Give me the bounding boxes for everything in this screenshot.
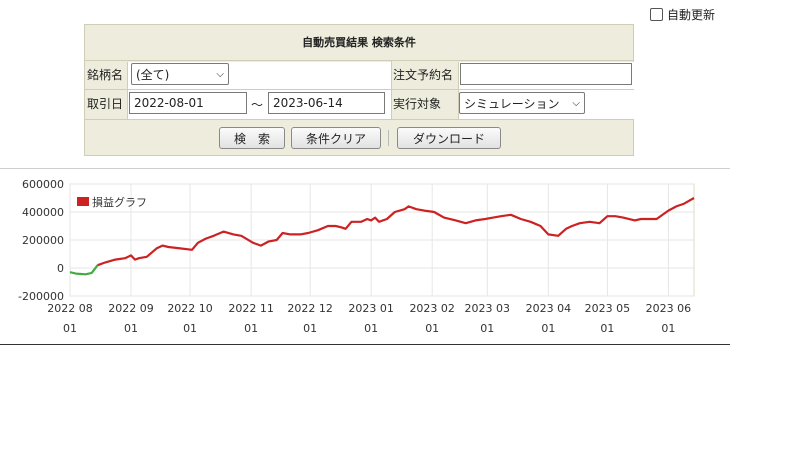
search-button[interactable]: 検 索 xyxy=(219,127,285,149)
x-tick-label: 01 xyxy=(303,322,317,335)
x-tick-label: 01 xyxy=(541,322,555,335)
auto-refresh-checkbox[interactable] xyxy=(650,8,663,21)
x-tick-label: 01 xyxy=(63,322,77,335)
symbol-select-value: (全て) xyxy=(136,67,170,82)
button-divider xyxy=(388,130,389,146)
target-select[interactable]: シミュレーション ⌵ xyxy=(459,92,585,114)
legend-swatch xyxy=(77,197,89,206)
target-label: 実行対象 xyxy=(393,97,442,111)
search-conditions-panel: 自動売買結果 検索条件 銘柄名 (全て) ⌵ 注文予約名 取引日 ～ 実行対象 … xyxy=(84,24,634,156)
x-tick-label: 2023 06 xyxy=(646,302,692,315)
x-tick-label: 01 xyxy=(183,322,197,335)
date-label: 取引日 xyxy=(87,97,124,111)
y-tick-label: 0 xyxy=(57,262,64,275)
target-select-value: シミュレーション xyxy=(464,96,560,111)
column-divider xyxy=(391,61,392,119)
date-separator: ～ xyxy=(251,98,264,112)
y-tick-label: 200000 xyxy=(22,234,64,247)
chevron-down-icon: ⌵ xyxy=(216,68,224,80)
x-tick-label: 2023 05 xyxy=(585,302,631,315)
symbol-select[interactable]: (全て) ⌵ xyxy=(131,63,229,85)
x-tick-label: 01 xyxy=(244,322,258,335)
date-to-input[interactable] xyxy=(268,92,385,114)
auto-refresh-toggle[interactable]: 自動更新 xyxy=(650,6,715,23)
x-tick-label: 01 xyxy=(124,322,138,335)
download-button[interactable]: ダウンロード xyxy=(397,127,501,149)
x-tick-label: 2022 08 xyxy=(47,302,93,315)
date-from-input[interactable] xyxy=(129,92,247,114)
x-tick-label: 2023 01 xyxy=(348,302,394,315)
row-divider xyxy=(85,119,633,120)
x-tick-label: 2023 04 xyxy=(526,302,572,315)
symbol-label: 銘柄名 xyxy=(87,68,124,82)
profit-loss-chart: 6000004000002000000-2000002022 08012022 … xyxy=(18,178,695,335)
y-tick-label: 400000 xyxy=(22,206,64,219)
x-tick-label: 2023 02 xyxy=(409,302,455,315)
x-tick-label: 2022 09 xyxy=(108,302,154,315)
section-divider xyxy=(0,344,730,345)
legend-label: 損益グラフ xyxy=(92,195,147,209)
x-tick-label: 01 xyxy=(661,322,675,335)
x-tick-label: 2022 10 xyxy=(167,302,213,315)
order-name-label: 注文予約名 xyxy=(393,68,454,82)
form-title: 自動売買結果 検索条件 xyxy=(85,25,633,61)
x-tick-label: 2023 03 xyxy=(465,302,511,315)
x-tick-label: 2022 12 xyxy=(287,302,333,315)
y-tick-label: 600000 xyxy=(22,178,64,191)
x-tick-label: 01 xyxy=(480,322,494,335)
x-tick-label: 01 xyxy=(425,322,439,335)
chevron-down-icon: ⌵ xyxy=(572,97,580,109)
x-tick-label: 2022 11 xyxy=(228,302,274,315)
x-tick-label: 01 xyxy=(364,322,378,335)
x-tick-label: 01 xyxy=(600,322,614,335)
clear-conditions-button[interactable]: 条件クリア xyxy=(291,127,381,149)
section-divider xyxy=(0,168,730,169)
auto-refresh-label: 自動更新 xyxy=(667,8,716,22)
order-name-input[interactable] xyxy=(460,63,632,85)
